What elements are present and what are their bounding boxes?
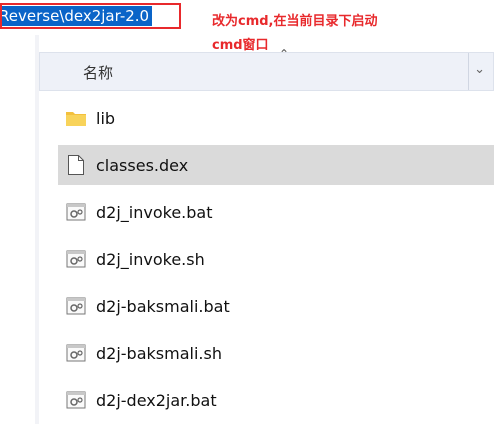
batch-file-icon <box>65 295 87 317</box>
column-header[interactable]: ⌃ 名称 ⌄ <box>39 47 494 91</box>
batch-file-icon <box>65 201 87 223</box>
batch-file-icon <box>65 389 87 411</box>
file-row-classes-dex[interactable]: classes.dex <box>58 145 494 185</box>
address-bar[interactable]: Reverse\dex2jar-2.0 <box>0 3 181 29</box>
annotation-line-1: 改为cmd,在当前目录下启动 <box>212 14 378 29</box>
file-name: classes.dex <box>96 155 189 175</box>
file-name: d2j-baksmali.sh <box>96 343 222 363</box>
file-row-d2j-invoke-bat[interactable]: d2j_invoke.bat <box>58 192 494 232</box>
sort-ascending-icon: ⌃ <box>279 47 290 61</box>
file-name: lib <box>96 108 116 128</box>
chevron-down-icon[interactable]: ⌄ <box>474 62 485 77</box>
batch-file-icon <box>65 342 87 364</box>
file-row-lib[interactable]: lib <box>58 98 494 138</box>
address-path-text[interactable]: Reverse\dex2jar-2.0 <box>2 6 153 26</box>
column-divider[interactable] <box>468 53 469 90</box>
file-list: lib classes.dex d2j_invoke.bat d2j_invok… <box>58 98 494 427</box>
folder-icon <box>65 107 87 129</box>
file-row-d2j-baksmali-bat[interactable]: d2j-baksmali.bat <box>58 286 494 326</box>
file-name: d2j_invoke.sh <box>96 249 205 269</box>
file-name: d2j-baksmali.bat <box>96 296 230 316</box>
batch-file-icon <box>65 248 87 270</box>
file-icon <box>65 154 87 176</box>
file-name: d2j-dex2jar.bat <box>96 390 217 410</box>
file-row-d2j-invoke-sh[interactable]: d2j_invoke.sh <box>58 239 494 279</box>
file-row-d2j-baksmali-sh[interactable]: d2j-baksmali.sh <box>58 333 494 373</box>
annotation-note: 改为cmd,在当前目录下启动 cmd窗口 <box>212 10 378 58</box>
file-name: d2j_invoke.bat <box>96 202 213 222</box>
nav-pane-edge <box>35 35 39 424</box>
file-row-d2j-dex2jar-bat[interactable]: d2j-dex2jar.bat <box>58 380 494 420</box>
column-header-name[interactable]: 名称 <box>83 62 113 83</box>
